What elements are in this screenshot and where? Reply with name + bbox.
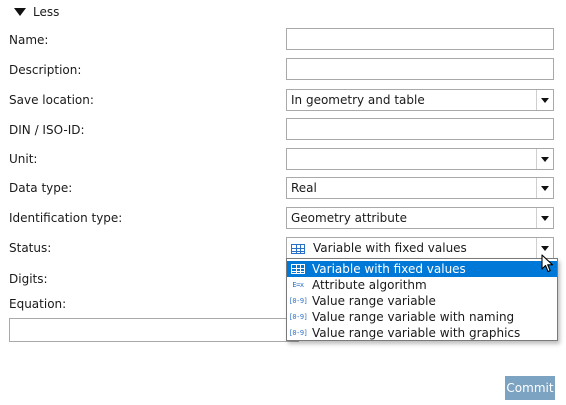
table-grid-icon: [291, 264, 305, 274]
status-option-value-range-graphics[interactable]: [0-9] Value range variable with graphics: [287, 325, 557, 341]
range-naming-icon: [0-9]: [288, 313, 308, 321]
equation-input[interactable]: [9, 318, 299, 342]
data-type-value: Real: [291, 181, 317, 195]
unit-select[interactable]: [286, 148, 554, 170]
status-label: Status:: [9, 241, 52, 255]
data-type-label: Data type:: [9, 181, 73, 195]
algorithm-icon: E=x: [292, 281, 304, 289]
data-type-select[interactable]: Real: [286, 177, 554, 199]
din-label: DIN / ISO-ID:: [9, 123, 85, 137]
less-toggle[interactable]: Less: [14, 4, 59, 20]
chevron-down-icon[interactable]: [536, 149, 553, 169]
table-grid-icon: [291, 243, 305, 254]
status-option-value-range[interactable]: [0-9] Value range variable: [287, 293, 557, 309]
name-label: Name:: [9, 33, 49, 47]
equation-label: Equation:: [9, 297, 67, 311]
range-icon: [0-9]: [288, 297, 308, 305]
status-value: Variable with fixed values: [313, 241, 467, 255]
status-dropdown-list: Variable with fixed values E=x Attribute…: [286, 258, 558, 341]
triangle-down-icon: [14, 8, 26, 16]
status-option-attribute-algorithm[interactable]: E=x Attribute algorithm: [287, 277, 557, 293]
status-option-value-range-naming[interactable]: [0-9] Value range variable with naming: [287, 309, 557, 325]
range-graphics-icon: [0-9]: [288, 329, 308, 337]
status-select[interactable]: Variable with fixed values: [286, 237, 554, 259]
commit-button[interactable]: Commit: [505, 376, 555, 400]
name-input[interactable]: [286, 28, 554, 50]
chevron-down-icon[interactable]: [536, 90, 553, 110]
mouse-cursor-icon: [541, 254, 554, 273]
description-label: Description:: [9, 63, 82, 77]
identification-type-select[interactable]: Geometry attribute: [286, 207, 554, 229]
chevron-down-icon[interactable]: [536, 178, 553, 198]
identification-type-value: Geometry attribute: [291, 211, 407, 225]
less-label: Less: [33, 5, 60, 19]
status-option-fixed-values[interactable]: Variable with fixed values: [287, 261, 557, 277]
digits-label: Digits:: [9, 272, 48, 286]
save-location-label: Save location:: [9, 93, 94, 107]
identification-type-label: Identification type:: [9, 211, 123, 225]
description-input[interactable]: [286, 58, 554, 80]
unit-label: Unit:: [9, 152, 38, 166]
chevron-down-icon[interactable]: [536, 208, 553, 228]
save-location-select[interactable]: In geometry and table: [286, 89, 554, 111]
save-location-value: In geometry and table: [291, 93, 425, 107]
din-input[interactable]: [286, 118, 554, 140]
